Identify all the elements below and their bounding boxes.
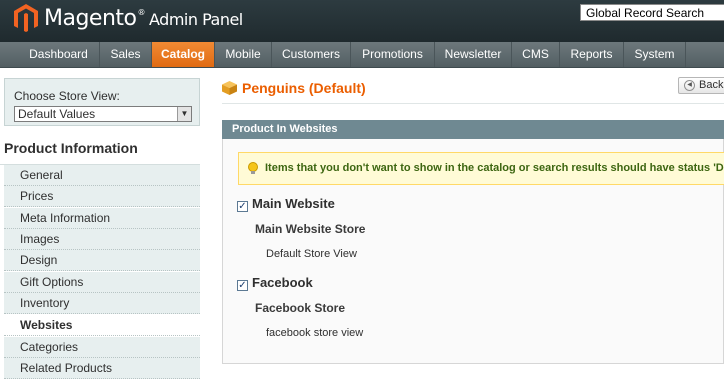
website-checkbox-facebook[interactable]: ✓ [237, 280, 248, 291]
nav-newsletter[interactable]: Newsletter [435, 42, 512, 67]
nav-promotions[interactable]: Promotions [351, 42, 435, 67]
tab-design[interactable]: Design [4, 250, 200, 271]
nav-system[interactable]: System [624, 42, 686, 67]
main-nav: Dashboard Sales Catalog Mobile Customers… [0, 42, 724, 68]
tab-meta-information[interactable]: Meta Information [4, 208, 200, 229]
store-view-name: facebook store view [266, 327, 364, 339]
logo-text: Magento® Admin Panel [44, 6, 243, 31]
logo-subtitle: Admin Panel [149, 10, 243, 29]
product-tabs-title: Product Information [0, 131, 200, 165]
back-button-label: Back [699, 79, 724, 91]
store-switcher-label: Choose Store View: [14, 89, 120, 103]
store-view-select[interactable]: Default Values ▼ [14, 106, 192, 122]
notice-text: Items that you don't want to show in the… [265, 162, 724, 174]
tab-prices[interactable]: Prices [4, 186, 200, 207]
logo-registered-mark: ® [137, 8, 146, 17]
page-title: Penguins (Default) [242, 80, 366, 96]
tab-websites[interactable]: Websites [4, 315, 200, 336]
website-name: Facebook [252, 275, 313, 290]
product-box-icon [222, 81, 237, 95]
section-header: Product In Websites [222, 120, 724, 139]
store-switcher: Choose Store View: Default Values ▼ [4, 78, 200, 126]
notice-message: Items that you don't want to show in the… [238, 152, 724, 185]
nav-dashboard[interactable]: Dashboard [18, 42, 100, 67]
store-name: Main Website Store [255, 222, 366, 236]
website-name: Main Website [252, 196, 335, 211]
tab-general[interactable]: General [4, 165, 200, 186]
back-button[interactable]: ◀ Back [678, 77, 724, 94]
tab-categories[interactable]: Categories [4, 337, 200, 358]
store-view-name: Default Store View [266, 248, 357, 260]
title-divider [222, 103, 724, 104]
nav-cms[interactable]: CMS [512, 42, 560, 67]
store-view-selected: Default Values [18, 107, 96, 121]
back-arrow-icon: ◀ [684, 80, 695, 91]
nav-sales[interactable]: Sales [100, 42, 152, 67]
store-name: Facebook Store [255, 301, 346, 315]
logo-main: Magento [44, 6, 137, 31]
global-search-input[interactable] [580, 4, 724, 21]
tab-images[interactable]: Images [4, 229, 200, 250]
nav-customers[interactable]: Customers [272, 42, 351, 67]
tab-gift-options[interactable]: Gift Options [4, 272, 200, 293]
nav-mobile[interactable]: Mobile [215, 42, 272, 67]
tab-related-products[interactable]: Related Products [4, 358, 200, 379]
magento-logo-icon [14, 4, 38, 32]
lightbulb-icon [248, 162, 258, 174]
nav-catalog[interactable]: Catalog [152, 42, 215, 67]
website-checkbox-main-website[interactable]: ✓ [237, 201, 248, 212]
nav-reports[interactable]: Reports [560, 42, 624, 67]
chevron-down-icon[interactable]: ▼ [177, 107, 191, 121]
tab-inventory[interactable]: Inventory [4, 293, 200, 314]
admin-header: Magento® Admin Panel [0, 0, 724, 42]
